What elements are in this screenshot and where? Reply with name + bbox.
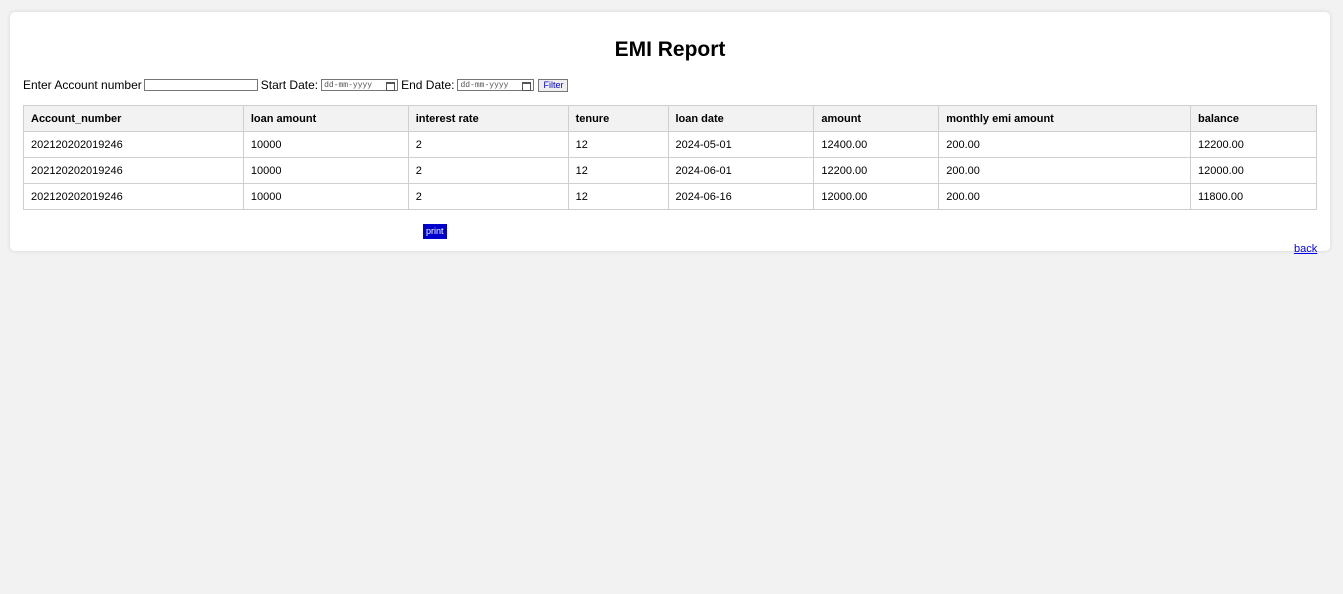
cell-interest-rate: 2 (407, 131, 569, 158)
table-row: 202120202019246 10000 2 12 2024-05-01 12… (23, 131, 1317, 158)
header-account-number: Account_number (23, 105, 244, 132)
cell-loan-date: 2024-06-01 (667, 157, 815, 184)
cell-loan-amount: 10000 (242, 131, 409, 158)
table-row: 202120202019246 10000 2 12 2024-06-16 12… (23, 183, 1317, 210)
filter-button[interactable]: Filter (538, 78, 569, 92)
cell-account-number: 202120202019246 (23, 183, 244, 210)
header-loan-amount: loan amount (242, 105, 409, 132)
header-loan-date: loan date (667, 105, 815, 132)
cell-monthly-emi-amount: 200.00 (938, 157, 1192, 184)
table-row: 202120202019246 10000 2 12 2024-06-01 12… (23, 157, 1317, 184)
account-number-label: Enter Account number (23, 78, 142, 92)
page-title: EMI Report (614, 38, 726, 61)
cell-loan-date: 2024-06-16 (667, 183, 815, 210)
cell-amount: 12000.00 (813, 183, 940, 210)
cell-amount: 12400.00 (813, 131, 940, 158)
cell-account-number: 202120202019246 (23, 157, 244, 184)
end-date-placeholder: dd-mm-yyyy (460, 81, 509, 90)
header-balance: balance (1190, 105, 1317, 132)
cell-interest-rate: 2 (407, 157, 569, 184)
cell-balance: 11800.00 (1190, 183, 1317, 210)
cell-account-number: 202120202019246 (23, 131, 244, 158)
account-number-input[interactable] (143, 79, 258, 91)
report-card: EMI Report Enter Account number Start Da… (10, 12, 1330, 251)
end-date-label: End Date: (401, 78, 455, 92)
header-monthly-emi-amount: monthly emi amount (938, 105, 1192, 132)
cell-tenure: 12 (567, 183, 669, 210)
cell-monthly-emi-amount: 200.00 (938, 131, 1192, 158)
header-tenure: tenure (567, 105, 669, 132)
start-date-label: Start Date: (260, 78, 319, 92)
emi-report-table: Account_number loan amount interest rate… (23, 105, 1317, 210)
start-date-input[interactable]: dd-mm-yyyy (321, 79, 399, 91)
cell-balance: 12200.00 (1190, 131, 1317, 158)
calendar-icon[interactable] (522, 82, 532, 91)
end-date-input[interactable]: dd-mm-yyyy (457, 79, 535, 91)
filter-form: Enter Account number Start Date: dd-mm-y… (23, 78, 569, 92)
header-amount: amount (813, 105, 940, 132)
table-header-row: Account_number loan amount interest rate… (23, 105, 1317, 132)
cell-loan-amount: 10000 (242, 183, 409, 210)
cell-loan-amount: 10000 (242, 157, 409, 184)
cell-monthly-emi-amount: 200.00 (938, 183, 1192, 210)
print-button[interactable]: print (423, 224, 447, 239)
cell-tenure: 12 (567, 131, 669, 158)
back-link[interactable]: back (1294, 243, 1317, 255)
cell-amount: 12200.00 (813, 157, 940, 184)
cell-loan-date: 2024-05-01 (667, 131, 815, 158)
header-interest-rate: interest rate (407, 105, 569, 132)
calendar-icon[interactable] (386, 82, 396, 91)
cell-interest-rate: 2 (407, 183, 569, 210)
start-date-placeholder: dd-mm-yyyy (324, 81, 373, 90)
cell-balance: 12000.00 (1190, 157, 1317, 184)
cell-tenure: 12 (567, 157, 669, 184)
